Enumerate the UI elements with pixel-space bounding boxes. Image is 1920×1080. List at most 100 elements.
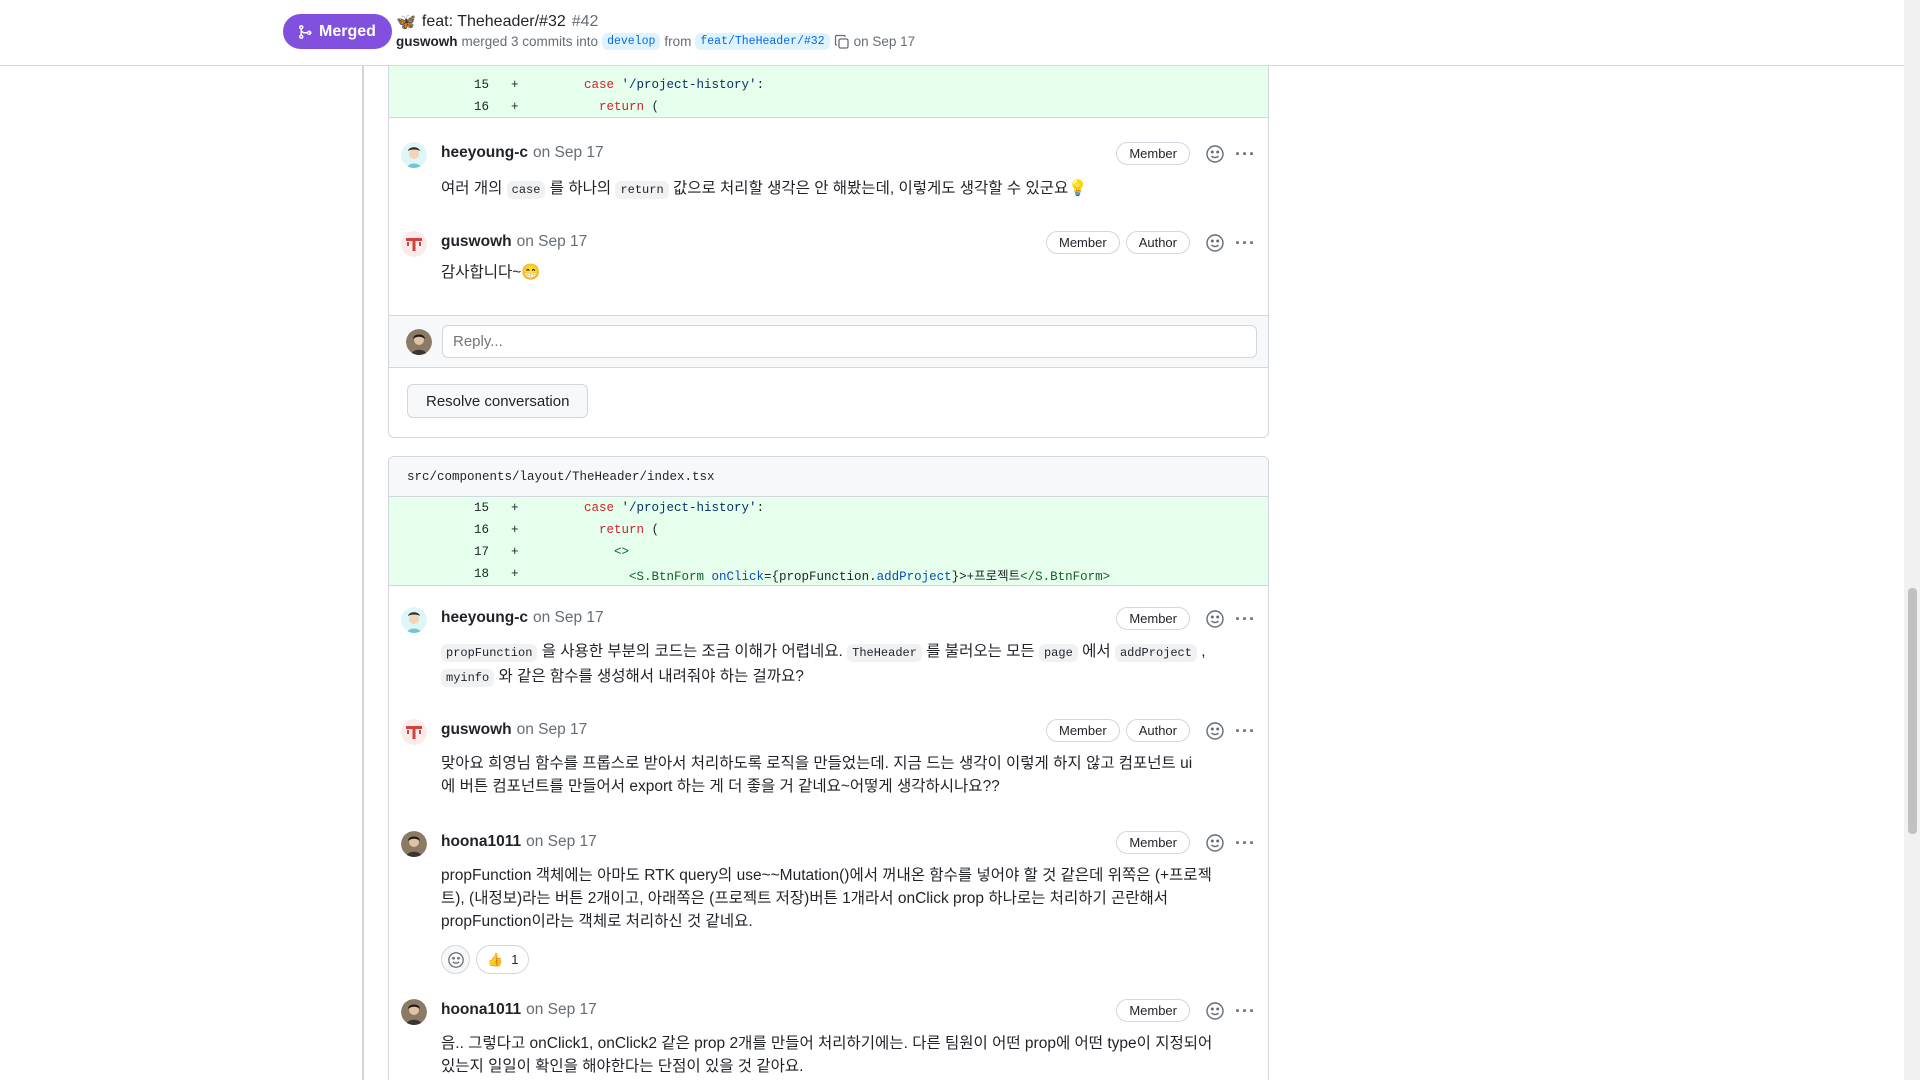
base-branch[interactable]: develop: [602, 33, 661, 50]
pr-number: #42: [571, 13, 599, 30]
comment-author[interactable]: guswowh: [441, 721, 512, 739]
line-number: 18: [473, 567, 489, 581]
comment-author[interactable]: heeyoung-c: [441, 144, 528, 162]
reply-bar: [389, 315, 1268, 368]
avatar[interactable]: [401, 999, 427, 1025]
timeline-line: [362, 66, 364, 1080]
line-number: 15: [473, 78, 489, 92]
comment-body: propFunction 을 사용한 부분의 코드는 조금 이해가 어렵네요. …: [441, 640, 1250, 690]
kebab-horizontal-icon[interactable]: ···: [1235, 834, 1256, 852]
comment-date[interactable]: on Sep 17: [517, 721, 588, 739]
reply-input[interactable]: [442, 325, 1257, 358]
member-badge: Member: [1116, 142, 1190, 165]
comment-date[interactable]: on Sep 17: [526, 833, 597, 851]
review-comment: heeyoung-c on Sep 17 Member ··· propFunc…: [401, 607, 1256, 697]
member-badge: Member: [1046, 231, 1120, 254]
git-merge-icon: [299, 24, 312, 39]
merged-text: merged 3 commits into: [461, 34, 599, 49]
avatar[interactable]: [401, 231, 427, 257]
avatar: [406, 329, 432, 355]
avatar[interactable]: [401, 607, 427, 633]
resolve-conversation-button[interactable]: Resolve conversation: [407, 384, 589, 418]
comment-body: 맞아요 희영님 함수를 프롭스로 받아서 처리하도록 로직을 만들었는데. 지금…: [441, 755, 1193, 795]
review-comment: heeyoung-c on Sep 17 Member ··· 여러 개의 ca…: [401, 142, 1256, 212]
smiley-icon: [447, 951, 464, 968]
smiley-icon[interactable]: [1205, 1001, 1225, 1021]
page-scrollbar[interactable]: [1904, 0, 1920, 1080]
comment-author[interactable]: heeyoung-c: [441, 609, 528, 627]
diff-line: 15 + case '/project-history':: [389, 74, 1268, 96]
comment-author[interactable]: hoona1011: [441, 833, 521, 851]
review-comment: guswowh on Sep 17 Member Author ··· 감사합니…: [401, 231, 1256, 291]
thumbs-up-icon: 👍: [487, 951, 504, 967]
comment-date[interactable]: on Sep 17: [526, 1001, 597, 1019]
merger-link[interactable]: guswowh: [396, 34, 458, 49]
avatar[interactable]: [401, 831, 427, 857]
diff-sign: +: [511, 523, 519, 537]
diff-sign: +: [511, 567, 519, 581]
file-path[interactable]: src/components/layout/TheHeader/index.ts…: [389, 457, 1268, 497]
smiley-icon[interactable]: [1205, 144, 1225, 164]
comment-date[interactable]: on Sep 17: [517, 233, 588, 251]
diff-sign: +: [511, 100, 519, 114]
repo-logo-icon: 🦋: [396, 14, 416, 31]
avatar[interactable]: [401, 719, 427, 745]
reaction-row: 👍 1: [441, 945, 530, 974]
smiley-icon[interactable]: [1205, 609, 1225, 629]
comment-author[interactable]: hoona1011: [441, 1001, 521, 1019]
review-thread-1: 15 + case '/project-history': 16 + retur…: [388, 40, 1269, 438]
kebab-horizontal-icon[interactable]: ···: [1235, 610, 1256, 628]
pr-sticky-header: Merged 🦋 feat: Theheader/#32 #42 guswowh…: [0, 0, 1904, 66]
review-comment: hoona1011 on Sep 17 Member ··· propFunct…: [401, 831, 1256, 981]
comment-body: 음.. 그렇다고 onClick1, onClick2 같은 prop 2개를 …: [441, 1035, 1213, 1075]
avatar[interactable]: [401, 142, 427, 168]
thumbs-up-reaction[interactable]: 👍 1: [476, 945, 530, 974]
head-branch[interactable]: feat/TheHeader/#32: [695, 33, 830, 50]
copy-icon[interactable]: [834, 34, 850, 50]
review-thread-2: src/components/layout/TheHeader/index.ts…: [388, 456, 1269, 1080]
diff-line: 16 + return (: [389, 96, 1268, 118]
comment-date[interactable]: on Sep 17: [533, 609, 604, 627]
pr-merge-summary: guswowh merged 3 commits into develop fr…: [396, 33, 915, 50]
kebab-horizontal-icon[interactable]: ···: [1235, 722, 1256, 740]
merged-status-badge: Merged: [283, 14, 392, 49]
diff-line: 18 + <S.BtnForm onClick={propFunction.ad…: [389, 563, 1268, 585]
author-badge: Author: [1125, 231, 1190, 254]
member-badge: Member: [1046, 719, 1120, 742]
comment-body: propFunction 객체에는 아마도 RTK query의 use~~Mu…: [441, 867, 1212, 930]
merged-label: Merged: [319, 22, 376, 40]
member-badge: Member: [1116, 831, 1190, 854]
comment-date[interactable]: on Sep 17: [533, 144, 604, 162]
author-badge: Author: [1125, 719, 1190, 742]
reaction-count: 1: [511, 952, 519, 967]
lightbulb-emoji: 💡: [1068, 180, 1088, 197]
diff-line: 17 + <>: [389, 541, 1268, 563]
member-badge: Member: [1116, 999, 1190, 1022]
smiley-icon[interactable]: [1205, 233, 1225, 253]
member-badge: Member: [1116, 607, 1190, 630]
comment-body: 여러 개의 case 를 하나의 return 값으로 처리할 생각은 안 해봤…: [441, 180, 1088, 199]
comment-author[interactable]: guswowh: [441, 233, 512, 251]
scrollbar-thumb[interactable]: [1908, 588, 1917, 834]
line-number: 15: [473, 501, 489, 515]
kebab-horizontal-icon[interactable]: ···: [1235, 145, 1256, 163]
line-number: 16: [473, 100, 489, 114]
smiley-icon[interactable]: [1205, 833, 1225, 853]
diff-line: 15 + case '/project-history':: [389, 497, 1268, 519]
review-comment: guswowh on Sep 17 Member Author ··· 맞아요 …: [401, 719, 1256, 809]
line-number: 17: [473, 545, 489, 559]
diff-sign: +: [511, 78, 519, 92]
from-text: from: [664, 34, 692, 49]
pr-title[interactable]: feat: Theheader/#32: [422, 13, 566, 31]
smiley-icon[interactable]: [1205, 721, 1225, 741]
kebab-horizontal-icon[interactable]: ···: [1235, 234, 1256, 252]
kebab-horizontal-icon[interactable]: ···: [1235, 1002, 1256, 1020]
line-number: 16: [473, 523, 489, 537]
diff-line: 16 + return (: [389, 519, 1268, 541]
comment-body: 감사합니다~😁: [441, 264, 541, 281]
merge-date: on Sep 17: [853, 34, 916, 49]
grin-emoji: 😁: [521, 264, 541, 281]
diff-sign: +: [511, 545, 519, 559]
diff-hunk: 15 + case '/project-history': 16 + retur…: [389, 497, 1268, 586]
add-reaction-button[interactable]: [441, 945, 470, 974]
